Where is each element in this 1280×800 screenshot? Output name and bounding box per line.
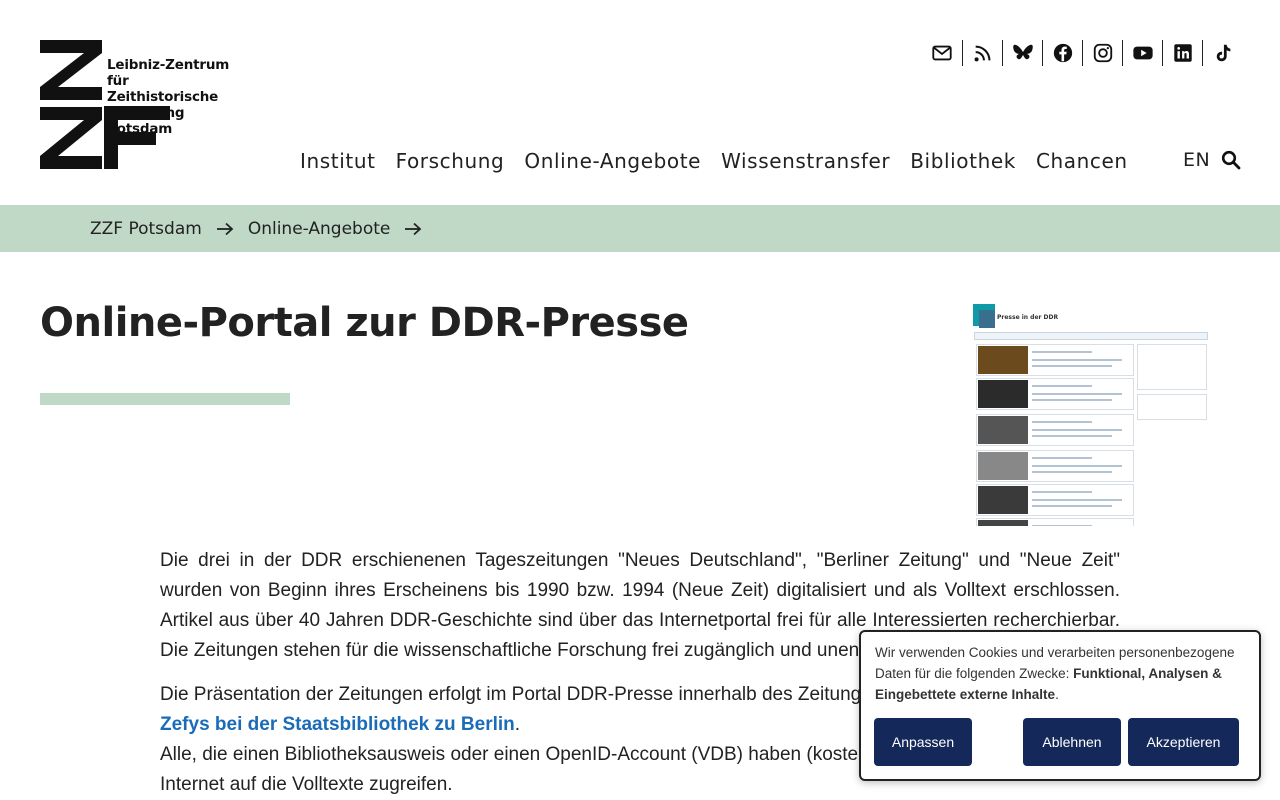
main-navigation: Institut Forschung Online-Angebote Wisse… [290, 149, 1138, 173]
thumb-heading: Presse in der DDR [997, 314, 1059, 321]
customize-button[interactable]: Anpassen [874, 718, 972, 766]
thumb-logo-accent [979, 310, 995, 328]
thumb-row [976, 414, 1134, 446]
arrow-right-icon [216, 222, 234, 235]
tiktok-icon[interactable] [1202, 40, 1242, 66]
zefys-link[interactable]: Zefys bei der Staatsbibliothek zu Berlin [160, 714, 515, 735]
facebook-icon[interactable] [1042, 40, 1082, 66]
nav-item-online-angebote[interactable]: Online-Angebote [514, 149, 711, 173]
thumb-nav [974, 332, 1208, 340]
zzf-logo-mark [40, 40, 102, 169]
cookie-text-end: . [1055, 687, 1059, 702]
thumb-row [976, 484, 1134, 516]
nav-item-institut[interactable]: Institut [290, 149, 386, 173]
rss-icon[interactable] [962, 40, 1002, 66]
thumb-sidebar-box [1137, 394, 1207, 420]
thumb-row [976, 450, 1134, 482]
instagram-icon[interactable] [1082, 40, 1122, 66]
portal-screenshot-thumbnail: Presse in der DDR [973, 302, 1209, 526]
title-underline [40, 393, 290, 405]
social-links [922, 40, 1242, 66]
paragraph-portal-end: . [514, 714, 521, 735]
youtube-icon[interactable] [1122, 40, 1162, 66]
thumb-row [976, 378, 1134, 410]
breadcrumb-home[interactable]: ZZF Potsdam [90, 219, 202, 239]
page-title: Online-Portal zur DDR-Presse [40, 300, 689, 346]
accept-button[interactable]: Akzeptieren [1128, 718, 1239, 766]
logo-line-2: Zeithistorische [107, 89, 219, 105]
logo-line-1: Leibniz-Zentrum für [107, 57, 230, 89]
thumb-row [976, 344, 1134, 376]
thumb-sidebar-box [1137, 344, 1207, 390]
cookie-text: Wir verwenden Cookies und verarbeiten pe… [875, 642, 1245, 705]
paragraph-portal-text: Die Präsentation der Zeitungen erfolgt i… [160, 684, 928, 705]
language-switch[interactable]: EN [1183, 149, 1210, 171]
logo-text: Leibniz-Zentrum für Zeithistorische Fors… [107, 57, 240, 137]
mail-icon[interactable] [922, 40, 962, 66]
zzf-logo[interactable]: Leibniz-Zentrum für Zeithistorische Fors… [40, 40, 240, 170]
search-icon[interactable] [1221, 150, 1241, 170]
breadcrumb-online-angebote[interactable]: Online-Angebote [248, 219, 391, 239]
arrow-right-icon [405, 222, 422, 235]
linkedin-icon[interactable] [1162, 40, 1202, 66]
thumb-row [976, 518, 1134, 526]
nav-item-chancen[interactable]: Chancen [1026, 149, 1138, 173]
nav-item-bibliothek[interactable]: Bibliothek [900, 149, 1026, 173]
nav-item-forschung[interactable]: Forschung [386, 149, 515, 173]
nav-item-wissenstransfer[interactable]: Wissenstransfer [711, 149, 900, 173]
bluesky-icon[interactable] [1002, 40, 1042, 66]
cookie-banner: Wir verwenden Cookies und verarbeiten pe… [859, 630, 1261, 781]
logo-line-3: Forschung Potsdam [107, 105, 185, 137]
reject-button[interactable]: Ablehnen [1023, 718, 1121, 766]
breadcrumb: ZZF Potsdam Online-Angebote [0, 205, 1280, 252]
